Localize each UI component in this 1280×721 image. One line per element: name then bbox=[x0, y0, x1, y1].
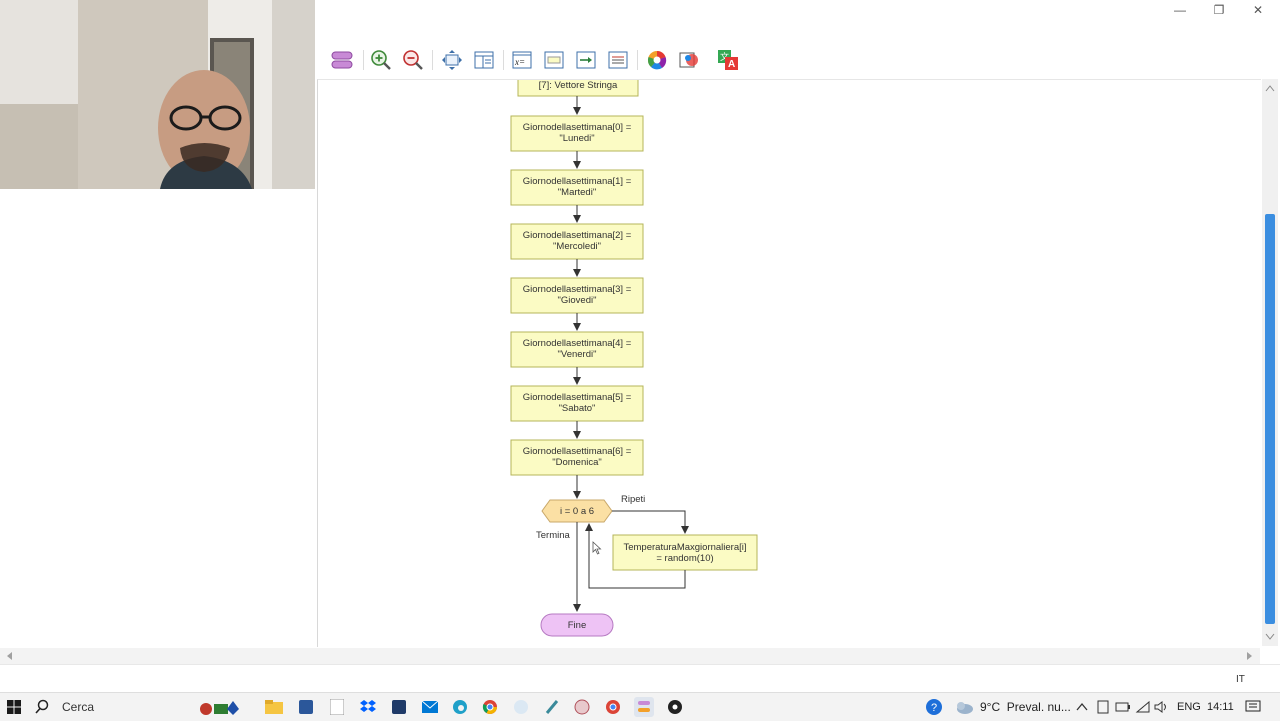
flowchart: [7]: Vettore Stringa Giornodellasettiman… bbox=[510, 80, 758, 637]
statusbar: IT bbox=[0, 664, 1280, 693]
search-placeholder: Cerca bbox=[62, 700, 95, 714]
layout-icon[interactable] bbox=[471, 47, 497, 73]
assign-node-4-line2: "Venerdi" bbox=[558, 349, 597, 360]
assign-node-2-line2: "Mercoledi" bbox=[553, 241, 601, 252]
vertical-scroll-thumb[interactable] bbox=[1265, 214, 1275, 624]
toolbar: x= 文A bbox=[315, 42, 1280, 78]
dropbox-icon[interactable] bbox=[358, 697, 378, 717]
svg-text:A: A bbox=[728, 59, 735, 70]
chrome-icon[interactable] bbox=[480, 697, 500, 717]
loop-body-line2: = random(10) bbox=[656, 553, 713, 564]
clock[interactable]: 14:11 bbox=[1207, 701, 1234, 713]
mouse-cursor bbox=[592, 541, 602, 555]
loop-shape-icon[interactable] bbox=[329, 47, 355, 73]
network-icon[interactable] bbox=[1133, 697, 1153, 717]
declare-node-label: [7]: Vettore Stringa bbox=[539, 80, 618, 91]
keyboard-language[interactable]: ENG bbox=[1177, 701, 1201, 713]
windows-start-icon[interactable] bbox=[4, 697, 24, 717]
repeat-label: Ripeti bbox=[621, 494, 645, 505]
weather-text[interactable]: 9°C Preval. nu... bbox=[980, 700, 1071, 714]
assign-node-0-line2: "Lunedi" bbox=[559, 133, 594, 144]
powershell-icon[interactable] bbox=[389, 697, 409, 717]
app-icon-blue[interactable] bbox=[296, 697, 316, 717]
loop-body-line1: TemperaturaMaxgiornaliera[i] bbox=[623, 542, 746, 553]
scroll-up-icon bbox=[1265, 85, 1275, 92]
assign-node-3-line2: "Giovedi" bbox=[558, 295, 597, 306]
help-icon[interactable]: ? bbox=[924, 697, 944, 717]
app-icon-teal[interactable] bbox=[542, 697, 562, 717]
assign-node-5-line1: Giornodellasettimana[5] = bbox=[523, 392, 632, 403]
minimize-icon[interactable]: — bbox=[1160, 0, 1200, 20]
zoom-out-icon[interactable] bbox=[400, 47, 426, 73]
scroll-down-icon bbox=[1265, 633, 1275, 640]
assign-node-5-line2: "Sabato" bbox=[559, 403, 596, 414]
theme-icon[interactable] bbox=[676, 47, 702, 73]
language-indicator: IT bbox=[1236, 674, 1245, 685]
assign-node-2-line1: Giornodellasettimana[2] = bbox=[523, 230, 632, 241]
assign-node-6-line1: Giornodellasettimana[6] = bbox=[523, 446, 632, 457]
scroll-right-icon bbox=[1247, 652, 1252, 660]
zoom-in-icon[interactable] bbox=[368, 47, 394, 73]
assignment-icon[interactable]: x= bbox=[509, 47, 535, 73]
obs-icon[interactable] bbox=[665, 697, 685, 717]
chrome-icon-2[interactable] bbox=[603, 697, 623, 717]
assign-node-3-line1: Giornodellasettimana[3] = bbox=[523, 284, 632, 295]
scroll-left-icon bbox=[7, 652, 12, 660]
assign-node-6-line2: "Domenica" bbox=[552, 457, 602, 468]
flowgorithm-active-icon[interactable] bbox=[634, 697, 654, 717]
webcam-overlay bbox=[0, 0, 315, 189]
horizontal-scrollbar[interactable] bbox=[0, 648, 1260, 664]
close-icon[interactable]: ✕ bbox=[1238, 0, 1278, 20]
loop-node-label: i = 0 a 6 bbox=[560, 506, 594, 517]
color-wheel-icon[interactable] bbox=[644, 47, 670, 73]
assign-node-1-line1: Giornodellasettimana[1] = bbox=[523, 176, 632, 187]
assign-node-4-line1: Giornodellasettimana[4] = bbox=[523, 338, 632, 349]
battery-icon[interactable] bbox=[1113, 697, 1133, 717]
translate-icon[interactable]: 文A bbox=[715, 47, 741, 73]
fit-vertical-icon[interactable] bbox=[439, 47, 465, 73]
assign-node-1-line2: "Martedi" bbox=[558, 187, 596, 198]
flowchart-canvas[interactable]: [7]: Vettore Stringa Giornodellasettiman… bbox=[317, 79, 1261, 647]
restore-icon[interactable]: ❐ bbox=[1199, 0, 1239, 20]
device-icon[interactable] bbox=[1093, 697, 1113, 717]
edge-icon[interactable] bbox=[450, 697, 470, 717]
weather-icon bbox=[954, 697, 974, 717]
search-icon bbox=[35, 699, 49, 714]
chevron-up-icon[interactable] bbox=[1072, 697, 1092, 717]
file-explorer-icon[interactable] bbox=[264, 697, 284, 717]
search-highlight-icon[interactable] bbox=[196, 697, 246, 717]
taskbar: Cerca ? 9°C Preval. nu... ENG 14:11 bbox=[0, 692, 1280, 721]
exit-label: Termina bbox=[536, 530, 571, 541]
comment-icon[interactable] bbox=[605, 47, 631, 73]
output-icon[interactable] bbox=[573, 47, 599, 73]
volume-icon[interactable] bbox=[1152, 697, 1172, 717]
notifications-icon[interactable] bbox=[1243, 697, 1263, 717]
vertical-scrollbar[interactable] bbox=[1262, 79, 1278, 646]
svg-text:?: ? bbox=[931, 702, 937, 714]
assign-node-0-line1: Giornodellasettimana[0] = bbox=[523, 122, 632, 133]
app-icon-light[interactable] bbox=[511, 697, 531, 717]
svg-text:x=: x= bbox=[514, 57, 525, 67]
mail-icon[interactable] bbox=[420, 697, 440, 717]
end-node-label: Fine bbox=[568, 620, 586, 631]
app-icon-white[interactable] bbox=[327, 697, 347, 717]
declare-icon[interactable] bbox=[541, 47, 567, 73]
taskbar-search[interactable]: Cerca bbox=[34, 696, 194, 718]
flowgorithm-icon[interactable] bbox=[572, 697, 592, 717]
